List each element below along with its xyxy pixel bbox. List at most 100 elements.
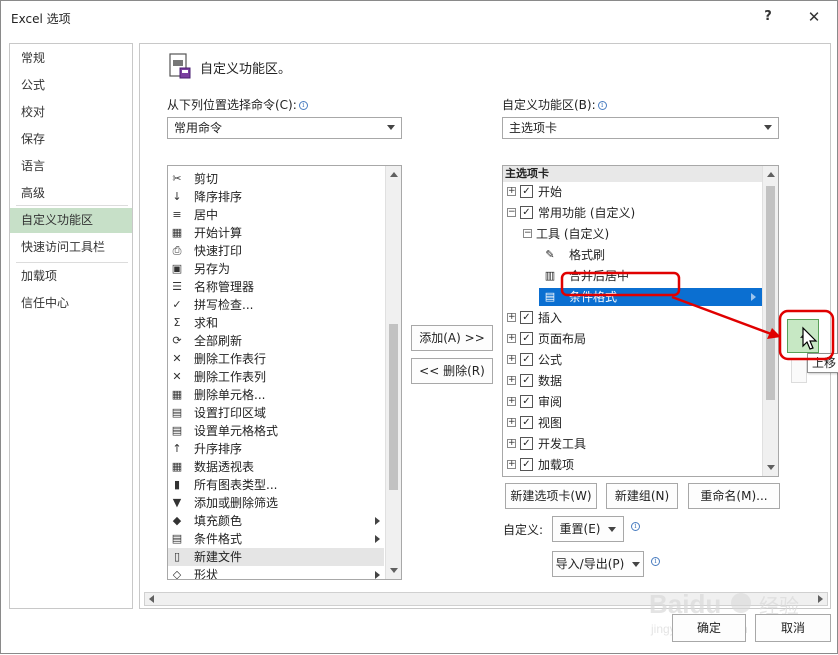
new-group-button[interactable]: 新建组(N): [606, 483, 678, 509]
tree-item[interactable]: + ✓ 页面布局: [503, 329, 762, 349]
command-item[interactable]: ▦ 删除单元格...: [168, 386, 384, 404]
sidebar-item-customize-ribbon[interactable]: 自定义功能区: [10, 208, 132, 233]
expand-icon[interactable]: +: [507, 439, 516, 448]
command-item[interactable]: ⎙ 快速打印: [168, 242, 384, 260]
ribbon-tree[interactable]: 主选项卡 + ✓ 开始 − ✓ 常用功能 (自定义) − 工具 (自定义) ✎ 格式刷 ▥ 合并后居中…: [502, 165, 779, 477]
command-item[interactable]: ▯ 新建文件: [168, 548, 384, 566]
expand-icon[interactable]: +: [507, 187, 516, 196]
expand-icon[interactable]: +: [507, 418, 516, 427]
checkbox[interactable]: ✓: [520, 206, 533, 219]
tree-item[interactable]: + ✓ 公式: [503, 350, 762, 370]
command-item[interactable]: ↑ 升序排序: [168, 440, 384, 458]
expand-icon[interactable]: +: [507, 376, 516, 385]
ribbon-tree-scrollbar[interactable]: [762, 166, 778, 476]
tree-item[interactable]: ▥ 合并后居中: [503, 266, 762, 286]
command-item[interactable]: ▣ 另存为: [168, 260, 384, 278]
command-item[interactable]: ≡ 居中: [168, 206, 384, 224]
expand-icon[interactable]: +: [507, 334, 516, 343]
customize-ribbon-combo[interactable]: 主选项卡: [502, 117, 779, 139]
tree-item-label: 加载项: [538, 458, 575, 472]
sidebar-item-quick-access-toolbar[interactable]: 快速访问工具栏: [10, 235, 132, 260]
command-item[interactable]: ◆ 填充颜色: [168, 512, 384, 530]
sidebar-item-proofing[interactable]: 校对: [10, 100, 132, 125]
remove-button[interactable]: << 删除(R): [411, 358, 493, 384]
new-tab-button[interactable]: 新建选项卡(W): [505, 483, 597, 509]
tree-item[interactable]: + ✓ 开始: [503, 182, 762, 202]
close-button[interactable]: ✕: [801, 5, 827, 29]
cancel-button[interactable]: 取消: [755, 614, 831, 642]
scroll-up-icon[interactable]: [767, 172, 775, 177]
command-item[interactable]: Σ 求和: [168, 314, 384, 332]
scroll-down-icon[interactable]: [767, 465, 775, 470]
tree-item[interactable]: +✓Power View: [503, 476, 762, 477]
reset-button-label: 重置(E): [559, 522, 601, 536]
checkbox[interactable]: ✓: [520, 395, 533, 408]
sidebar-item-advanced[interactable]: 高级: [10, 181, 132, 206]
commands-list-scrollbar[interactable]: [385, 166, 401, 579]
command-item[interactable]: ▤ 设置打印区域: [168, 404, 384, 422]
scroll-thumb[interactable]: [389, 324, 398, 490]
checkbox[interactable]: ✓: [520, 353, 533, 366]
checkbox[interactable]: ✓: [520, 185, 533, 198]
sidebar-item-add-ins[interactable]: 加载项: [10, 264, 132, 289]
checkbox[interactable]: ✓: [520, 458, 533, 471]
checkbox[interactable]: ✓: [520, 374, 533, 387]
command-item[interactable]: ✕ 删除工作表行: [168, 350, 384, 368]
collapse-icon[interactable]: −: [523, 229, 532, 238]
add-button[interactable]: 添加(A) >>: [411, 325, 493, 351]
checkbox[interactable]: ✓: [520, 311, 533, 324]
command-item[interactable]: ✂ 剪切: [168, 170, 384, 188]
reset-button[interactable]: 重置(E): [552, 516, 624, 542]
command-item[interactable]: ☰ 名称管理器: [168, 278, 384, 296]
rename-button[interactable]: 重命名(M)...: [688, 483, 780, 509]
collapse-icon[interactable]: −: [507, 208, 516, 217]
dialog-title: Excel 选项: [11, 12, 71, 26]
sidebar-item-formulas[interactable]: 公式: [10, 73, 132, 98]
tree-item[interactable]: ▤ 条件格式: [503, 287, 762, 307]
command-item[interactable]: ▼ 添加或删除筛选: [168, 494, 384, 512]
commands-list[interactable]: ··· ✂ 剪切 ↓ 降序排序 ≡ 居中 ▦ 开始计算 ⎙ 快速打印 ▣ 另存为 ☰ 名称管理器 ✓ 拼写检查…: [167, 165, 402, 580]
tree-item[interactable]: + ✓ 插入: [503, 308, 762, 328]
command-item[interactable]: ✓ 拼写检查...: [168, 296, 384, 314]
move-down-button[interactable]: [791, 359, 807, 383]
command-item-label: 新建文件: [194, 550, 243, 564]
tree-item[interactable]: + ✓ 开发工具: [503, 434, 762, 454]
checkbox[interactable]: ✓: [520, 416, 533, 429]
command-item[interactable]: ▤ 条件格式: [168, 530, 384, 548]
command-item[interactable]: ▦ 开始计算: [168, 224, 384, 242]
tree-item[interactable]: + ✓ 加载项: [503, 455, 762, 475]
sidebar-item-language[interactable]: 语言: [10, 154, 132, 179]
command-item[interactable]: ⟳ 全部刷新: [168, 332, 384, 350]
command-item-label: 删除单元格...: [194, 388, 266, 402]
scroll-up-icon[interactable]: [390, 172, 398, 177]
tree-item[interactable]: − ✓ 常用功能 (自定义): [503, 203, 762, 223]
tree-item[interactable]: − 工具 (自定义): [503, 224, 762, 244]
import-export-button[interactable]: 导入/导出(P): [552, 551, 644, 577]
tree-item[interactable]: + ✓ 数据: [503, 371, 762, 391]
scroll-thumb[interactable]: [766, 186, 775, 400]
command-item[interactable]: ▮ 所有图表类型...: [168, 476, 384, 494]
command-item[interactable]: ◇ 形状: [168, 566, 384, 579]
checkbox[interactable]: ✓: [520, 437, 533, 450]
tree-item[interactable]: ✎ 格式刷: [503, 245, 762, 265]
sidebar-item-general[interactable]: 常规: [10, 46, 132, 71]
expand-icon[interactable]: +: [507, 460, 516, 469]
expand-icon[interactable]: +: [507, 397, 516, 406]
command-item[interactable]: ✕ 删除工作表列: [168, 368, 384, 386]
command-item[interactable]: ▦ 数据透视表: [168, 458, 384, 476]
scroll-left-icon[interactable]: [149, 595, 154, 603]
scroll-down-icon[interactable]: [390, 568, 398, 573]
tree-item-label: 公式: [538, 353, 563, 367]
expand-icon[interactable]: +: [507, 355, 516, 364]
tree-item[interactable]: + ✓ 审阅: [503, 392, 762, 412]
command-item[interactable]: ↓ 降序排序: [168, 188, 384, 206]
help-button[interactable]: ?: [757, 6, 779, 28]
tree-item[interactable]: + ✓ 视图: [503, 413, 762, 433]
checkbox[interactable]: ✓: [520, 332, 533, 345]
sidebar-item-trust-center[interactable]: 信任中心: [10, 291, 132, 316]
expand-icon[interactable]: +: [507, 313, 516, 322]
sidebar-item-save[interactable]: 保存: [10, 127, 132, 152]
choose-commands-combo[interactable]: 常用命令: [167, 117, 402, 139]
ok-button[interactable]: 确定: [672, 614, 746, 642]
command-item[interactable]: ▤ 设置单元格格式: [168, 422, 384, 440]
